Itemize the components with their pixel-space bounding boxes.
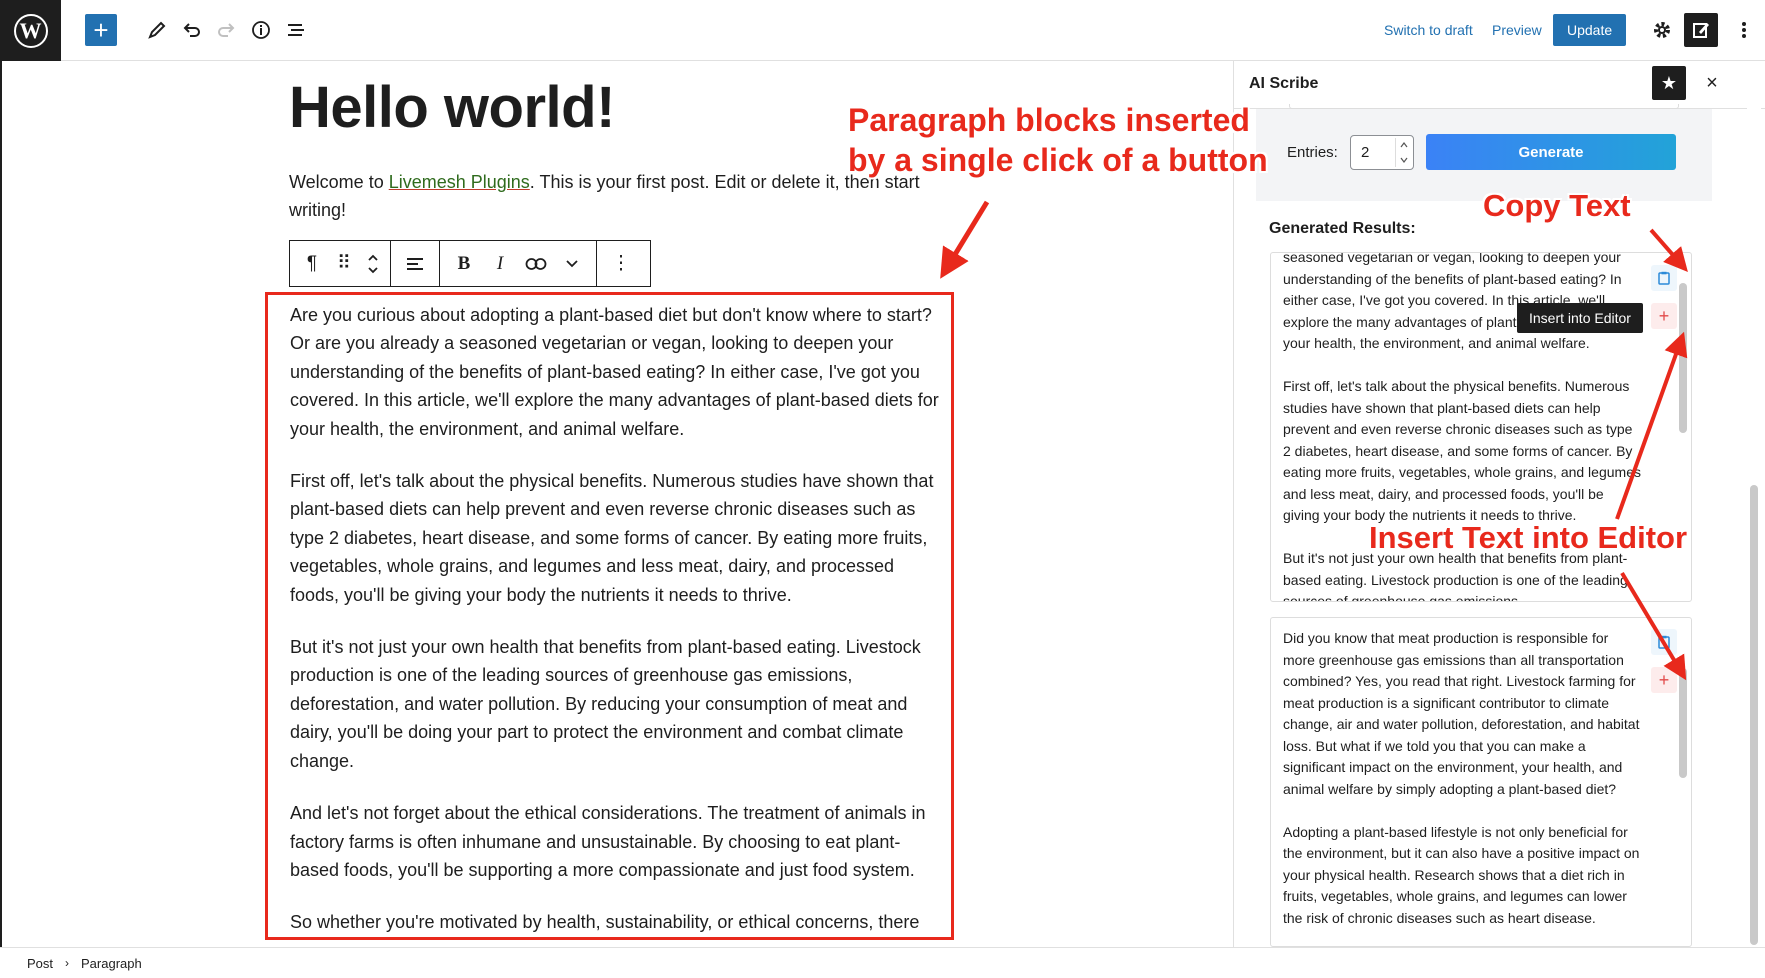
block-toolbar: ¶ ⠿ B I ⋮ xyxy=(289,240,651,287)
inserted-paragraphs-highlight: Are you curious about adopting a plant-b… xyxy=(265,292,954,940)
result-card: Did you know that meat production is res… xyxy=(1270,617,1692,947)
align-text-icon[interactable] xyxy=(397,246,433,282)
annotation-line: by a single click of a button xyxy=(848,142,1268,178)
paragraph-block[interactable]: Are you curious about adopting a plant-b… xyxy=(290,301,940,443)
italic-button[interactable]: I xyxy=(482,246,518,282)
result-text: But it's not just your own health that b… xyxy=(1283,550,1628,602)
block-options-icon[interactable]: ⋮ xyxy=(603,246,639,282)
copy-text-button[interactable] xyxy=(1651,629,1677,655)
entries-label: Entries: xyxy=(1287,144,1338,161)
entries-value: 2 xyxy=(1361,144,1370,161)
intro-paragraph[interactable]: Welcome to Livemesh Plugins. This is you… xyxy=(289,168,939,224)
close-sidebar-icon[interactable]: × xyxy=(1695,66,1729,100)
result-scrollbar[interactable] xyxy=(1679,668,1687,778)
generated-results-heading: Generated Results: xyxy=(1269,220,1416,237)
more-formats-chevron-down-icon[interactable] xyxy=(554,246,590,282)
paragraph-block-icon[interactable]: ¶ xyxy=(294,246,330,282)
list-view-icon[interactable] xyxy=(280,14,312,46)
pin-star-icon[interactable]: ★ xyxy=(1652,66,1686,100)
move-up-down-icon[interactable] xyxy=(358,246,388,282)
copy-text-annotation: Copy Text xyxy=(1483,188,1631,223)
switch-to-draft-button[interactable]: Switch to draft xyxy=(1384,14,1473,46)
settings-gear-icon[interactable] xyxy=(1646,14,1678,46)
details-info-icon[interactable] xyxy=(245,14,277,46)
top-toolbar: W + Switch to draft Preview Update xyxy=(0,0,1765,61)
entries-spinner[interactable] xyxy=(1395,138,1411,167)
ai-scribe-plugin-button[interactable] xyxy=(1684,13,1718,47)
generate-button[interactable]: Generate xyxy=(1426,134,1676,170)
paragraph-block[interactable]: But it's not just your own health that b… xyxy=(290,633,940,775)
copy-text-button[interactable] xyxy=(1651,265,1677,291)
breadcrumb-paragraph[interactable]: Paragraph xyxy=(81,956,142,971)
sidebar-scrollbar[interactable] xyxy=(1747,61,1761,947)
options-menu-icon[interactable] xyxy=(1728,14,1760,46)
panel-input-edge xyxy=(1289,104,1679,109)
insert-text-annotation: Insert Text into Editor xyxy=(1369,520,1688,555)
intro-text-before: Welcome to xyxy=(289,172,389,192)
breadcrumb-separator-icon: › xyxy=(65,956,70,970)
entries-number-input[interactable]: 2 xyxy=(1350,135,1414,170)
update-button[interactable]: Update xyxy=(1553,14,1627,46)
sidebar-title: AI Scribe xyxy=(1249,75,1319,92)
breadcrumb: Post › Paragraph xyxy=(0,947,1765,978)
paragraph-block[interactable]: So whether you're motivated by health, s… xyxy=(290,908,940,937)
insert-into-editor-button[interactable]: + xyxy=(1651,303,1677,329)
redo-icon[interactable] xyxy=(210,14,242,46)
undo-icon[interactable] xyxy=(176,14,208,46)
result-scrollbar[interactable] xyxy=(1679,283,1687,433)
insert-into-editor-button[interactable]: + xyxy=(1651,667,1677,693)
paragraph-block[interactable]: And let's not forget about the ethical c… xyxy=(290,799,940,884)
add-block-button[interactable]: + xyxy=(85,14,117,46)
result-text: Did you know that meat production is res… xyxy=(1283,630,1640,797)
wordpress-logo-button[interactable]: W xyxy=(0,0,61,61)
paragraph-block[interactable]: First off, let's talk about the physical… xyxy=(290,467,940,609)
breadcrumb-post[interactable]: Post xyxy=(27,956,53,971)
link-icon[interactable] xyxy=(518,246,554,282)
result-text: Adopting a plant-based lifestyle is not … xyxy=(1283,823,1640,926)
paragraph-blocks-annotation: Paragraph blocks inserted by a single cl… xyxy=(848,100,1268,180)
insert-into-editor-tooltip: Insert into Editor xyxy=(1517,303,1643,333)
annotation-line: Paragraph blocks inserted xyxy=(848,102,1250,138)
livemesh-plugins-link[interactable]: Livemesh Plugins xyxy=(389,172,530,192)
drag-handle-icon[interactable]: ⠿ xyxy=(330,246,358,282)
preview-button[interactable]: Preview xyxy=(1492,14,1542,46)
bold-button[interactable]: B xyxy=(446,246,482,282)
edit-tools-icon[interactable] xyxy=(141,14,173,46)
wordpress-logo-icon: W xyxy=(13,13,48,48)
post-title[interactable]: Hello world! xyxy=(289,74,615,141)
result-text: First off, let's talk about the physical… xyxy=(1283,378,1641,523)
